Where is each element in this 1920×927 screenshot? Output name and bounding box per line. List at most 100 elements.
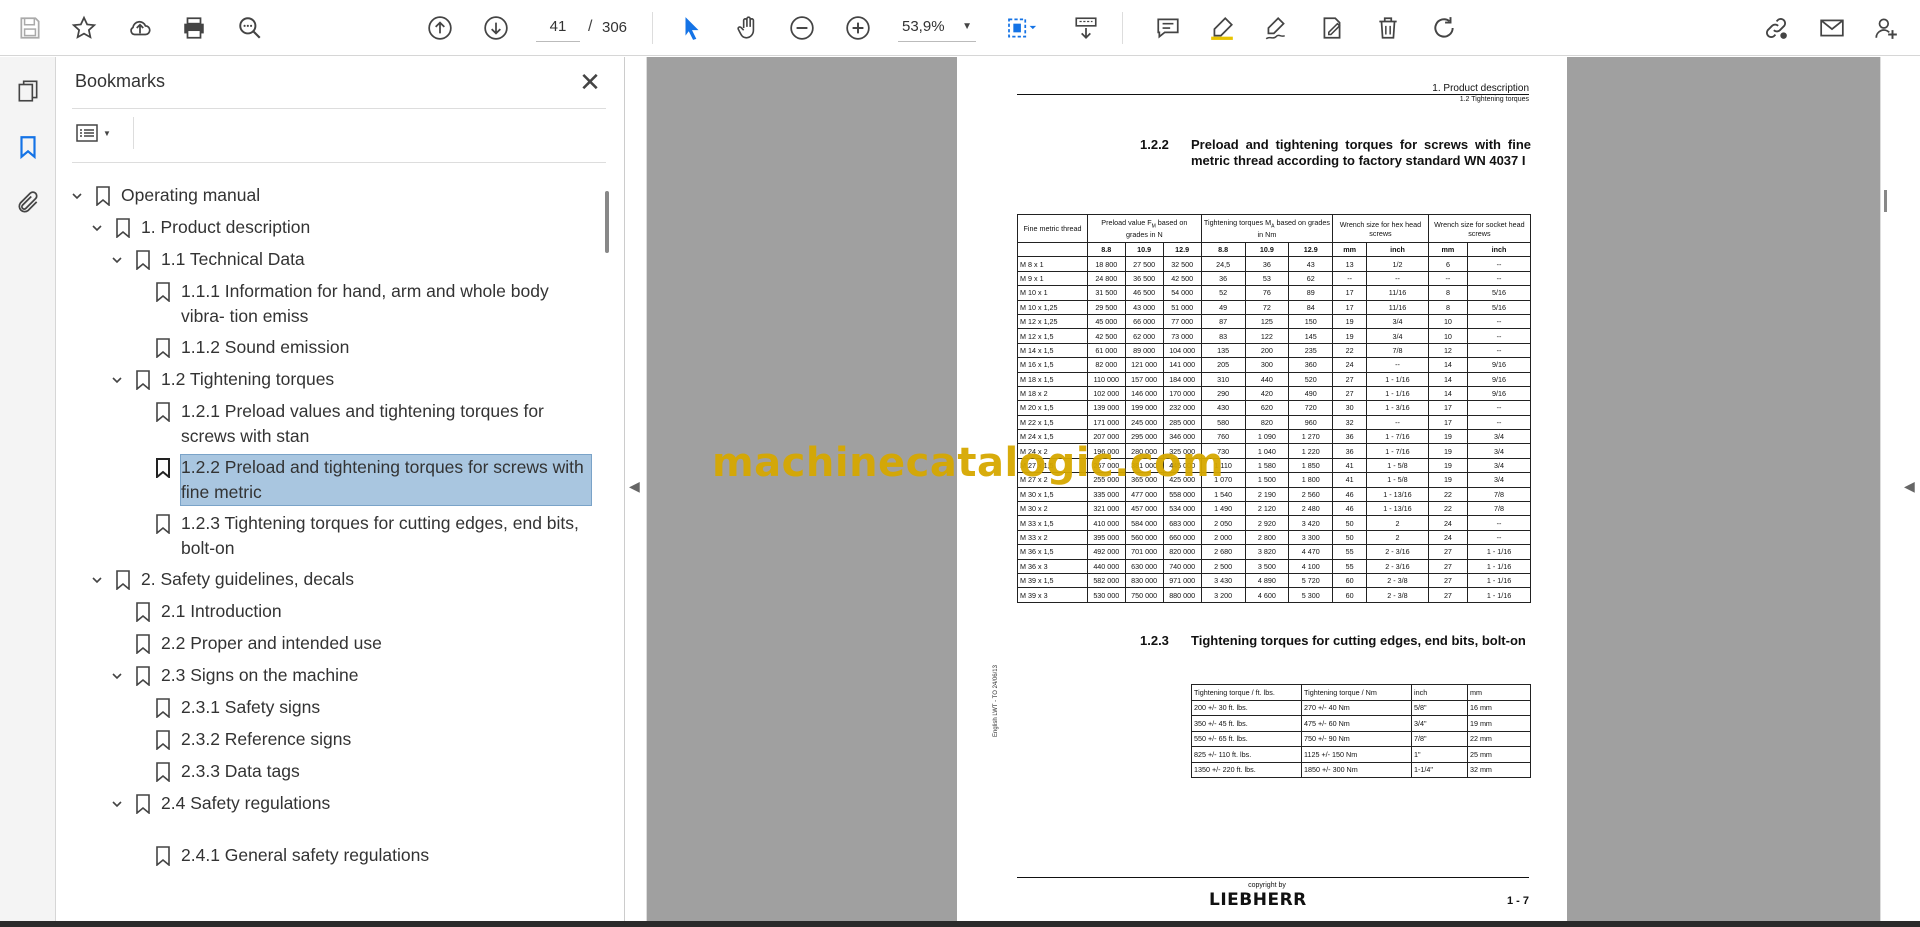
table-cell: 14 <box>1427 371 1469 387</box>
table-cell: 50 <box>1332 529 1368 546</box>
table-cell: 430 <box>1200 400 1246 416</box>
bookmark-label[interactable]: 2.4 Safety regulations <box>161 791 330 816</box>
collapse-left-icon[interactable]: ◀ <box>629 478 640 495</box>
bookmark-item[interactable]: 1.1 Technical Data <box>107 247 305 272</box>
expand-right-icon[interactable]: ◀ <box>1904 478 1915 495</box>
delete-icon[interactable] <box>1372 12 1404 44</box>
save-icon[interactable] <box>14 12 46 44</box>
bookmark-label[interactable]: 2.3.1 Safety signs <box>181 695 320 720</box>
chevron-down-icon[interactable] <box>107 663 127 688</box>
email-icon[interactable] <box>1816 12 1848 44</box>
edit-pdf-icon[interactable] <box>1316 12 1348 44</box>
bookmark-item[interactable]: 1. Product description <box>87 215 310 240</box>
previous-page-icon[interactable] <box>424 12 456 44</box>
bookmark-item[interactable]: 2. Safety guidelines, decals <box>87 567 354 592</box>
bookmark-item[interactable]: 2.3.2 Reference signs <box>153 727 351 752</box>
page-number-input[interactable] <box>536 12 580 42</box>
zoom-dropdown[interactable]: 53,9% ▼ <box>898 12 976 42</box>
fit-page-icon[interactable] <box>1000 12 1044 44</box>
chevron-down-icon[interactable] <box>107 367 127 392</box>
bookmark-item[interactable]: 1.2.1 Preload values and tightening torq… <box>153 399 593 449</box>
bookmark-label[interactable]: 2.4.1 General safety regulations <box>181 843 429 868</box>
bookmark-item[interactable]: 2.4 Safety regulations <box>107 791 330 816</box>
bookmark-item[interactable]: 2.1 Introduction <box>133 599 282 624</box>
bookmark-item[interactable]: 2.3 Signs on the machine <box>107 663 359 688</box>
next-page-icon[interactable] <box>480 12 512 44</box>
table-cell: 1 - 1/16 <box>1467 544 1531 560</box>
bookmark-item[interactable]: 1.2 Tightening torques <box>107 367 334 392</box>
chevron-down-icon[interactable] <box>87 215 107 240</box>
print-icon[interactable] <box>178 12 210 44</box>
table-cell: 1 - 1/16 <box>1467 587 1531 603</box>
bookmark-item[interactable]: 1.1.1 Information for hand, arm and whol… <box>153 279 593 329</box>
bookmark-label[interactable]: 1.2.3 Tightening torques for cutting edg… <box>181 511 591 561</box>
bookmark-item[interactable]: 2.4.1 General safety regulations <box>153 843 429 868</box>
bookmark-label[interactable]: 2.3.3 Data tags <box>181 759 300 784</box>
chevron-down-icon[interactable] <box>107 247 127 272</box>
pdf-page: 1. Product description 1.2 Tightening to… <box>957 57 1567 921</box>
bookmark-label[interactable]: 1.2 Tightening torques <box>161 367 334 392</box>
table-cell: 73 000 <box>1162 328 1202 344</box>
bookmarks-scrollbar-thumb[interactable] <box>605 191 609 253</box>
table-cell: 27 <box>1332 371 1368 387</box>
table-cell: 72 <box>1244 299 1290 315</box>
table-cell: 321 000 <box>1087 501 1126 517</box>
rotate-icon[interactable] <box>1428 12 1460 44</box>
table-cell: 3/4 <box>1467 457 1531 474</box>
table-cell: 630 000 <box>1124 558 1164 574</box>
bookmark-item[interactable]: 2.3.1 Safety signs <box>153 695 320 720</box>
bookmark-item[interactable]: 2.3.3 Data tags <box>153 759 300 784</box>
bookmark-label[interactable]: 2.2 Proper and intended use <box>161 631 382 656</box>
bookmark-label[interactable]: Operating manual <box>121 183 260 208</box>
bookmark-label[interactable]: 2.1 Introduction <box>161 599 282 624</box>
page-thumbnails-icon[interactable] <box>12 75 44 107</box>
zoom-search-icon[interactable] <box>234 12 266 44</box>
table-cell: 36 <box>1332 429 1368 445</box>
chevron-down-icon[interactable] <box>87 567 107 592</box>
table-cell: 1 - 5/8 <box>1366 457 1429 474</box>
link-icon[interactable] <box>1760 12 1792 44</box>
chevron-down-icon[interactable] <box>67 183 87 208</box>
chevron-down-icon[interactable] <box>107 791 127 816</box>
bookmark-item[interactable]: 1.2.3 Tightening torques for cutting edg… <box>153 511 593 561</box>
bookmark-label[interactable]: 1.1 Technical Data <box>161 247 305 272</box>
select-cursor-icon[interactable] <box>676 12 708 44</box>
share-user-icon[interactable] <box>1870 12 1902 44</box>
attachments-icon[interactable] <box>12 187 44 219</box>
bookmark-label[interactable]: 2. Safety guidelines, decals <box>141 567 354 592</box>
comment-icon[interactable] <box>1152 12 1184 44</box>
zoom-in-icon[interactable] <box>842 12 874 44</box>
table-cell: 960 <box>1288 414 1334 431</box>
bookmark-label[interactable]: 1.1.1 Information for hand, arm and whol… <box>181 279 591 329</box>
table-cell: -- <box>1366 414 1429 431</box>
draw-icon[interactable] <box>1260 12 1292 44</box>
table-cell: 1 500 <box>1244 472 1290 488</box>
close-icon[interactable]: ✕ <box>575 67 605 97</box>
document-scrollbar-thumb[interactable] <box>1884 190 1887 212</box>
bookmark-label[interactable]: 2.3 Signs on the machine <box>161 663 359 688</box>
bookmark-item[interactable]: 2.2 Proper and intended use <box>133 631 382 656</box>
zoom-out-icon[interactable] <box>786 12 818 44</box>
bookmark-label[interactable]: 1.2.1 Preload values and tightening torq… <box>181 399 591 449</box>
bookmark-label[interactable]: 1.2.2 Preload and tightening torques for… <box>180 454 592 506</box>
bookmark-label[interactable]: 1. Product description <box>141 215 310 240</box>
bookmarks-icon[interactable] <box>12 131 44 163</box>
table-cell: 13 <box>1332 256 1368 272</box>
bookmark-icon <box>93 183 113 208</box>
upload-icon[interactable] <box>124 12 156 44</box>
bookmark-icon <box>153 511 173 536</box>
bookmark-options-button[interactable]: ▼ <box>75 119 121 147</box>
highlight-pen-icon[interactable] <box>1206 12 1238 44</box>
bookmark-label[interactable]: 2.3.2 Reference signs <box>181 727 351 752</box>
table-cell: 27 <box>1332 385 1368 402</box>
bookmark-item-selected[interactable]: 1.2.2 Preload and tightening torques for… <box>153 454 593 506</box>
bookmark-item[interactable]: 1.1.2 Sound emission <box>153 335 349 360</box>
hand-tool-icon[interactable] <box>732 12 764 44</box>
table-header-cell: 12.9 <box>1162 241 1202 258</box>
scroll-mode-icon[interactable] <box>1070 12 1102 44</box>
star-icon[interactable] <box>68 12 100 44</box>
table-cell: 1 850 <box>1288 457 1334 474</box>
bookmark-item[interactable]: Operating manual <box>67 183 260 208</box>
table-cell: 89 <box>1288 285 1334 301</box>
bookmark-label[interactable]: 1.1.2 Sound emission <box>181 335 349 360</box>
